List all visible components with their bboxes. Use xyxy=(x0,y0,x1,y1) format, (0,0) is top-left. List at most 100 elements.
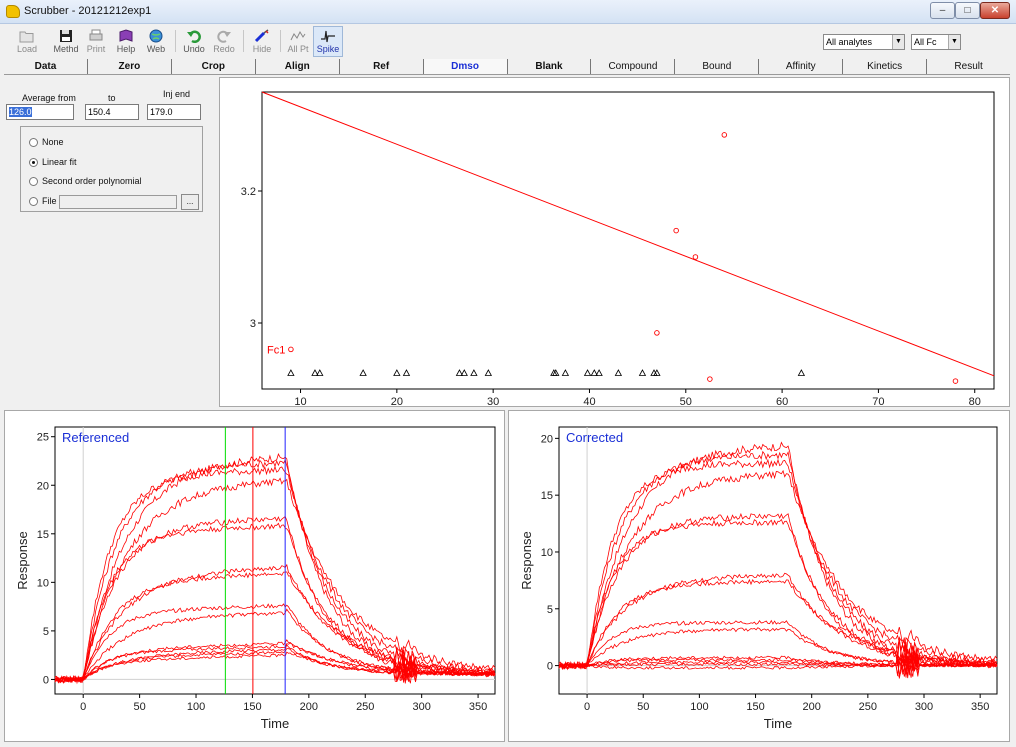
tab-blank[interactable]: Blank xyxy=(508,59,592,74)
spike-button[interactable]: Spike xyxy=(313,26,343,57)
toolbar-separator xyxy=(175,30,176,52)
x-tick-label: 50 xyxy=(680,396,692,406)
referenced-sensorgram-chart: 0 50 100 150 200 250 300 350 0 5 10 15 20 25 Time Respo… xyxy=(15,426,496,731)
radio-dot xyxy=(29,196,38,206)
x-tick-label: 350 xyxy=(971,701,989,713)
radio-label: File xyxy=(42,196,57,206)
fc-select[interactable]: All Fc ▼ xyxy=(911,34,961,50)
y-tick-label: 25 xyxy=(37,432,49,444)
maximize-button[interactable]: □ xyxy=(955,2,980,19)
tab-bound[interactable]: Bound xyxy=(675,59,760,74)
x-tick-label: 20 xyxy=(391,396,403,406)
web-button[interactable]: Web xyxy=(142,27,170,56)
y-tick-label: 10 xyxy=(37,577,49,589)
redo-icon xyxy=(217,30,231,43)
x-tick-label: 50 xyxy=(133,701,145,713)
radio-linear-fit[interactable]: Linear fit xyxy=(29,157,77,167)
radio-file[interactable]: File xyxy=(29,196,57,206)
y-tick-label: 5 xyxy=(547,604,553,616)
window-title: Scrubber - 20121212exp1 xyxy=(24,5,152,17)
tab-zero[interactable]: Zero xyxy=(88,59,172,74)
x-tick-label: 250 xyxy=(859,701,877,713)
redo-button[interactable]: Redo xyxy=(210,27,238,56)
chevron-down-icon: ▼ xyxy=(892,35,904,49)
x-axis-label: Time xyxy=(261,716,289,731)
x-tick-label: 350 xyxy=(469,701,487,713)
globe-icon xyxy=(149,29,163,43)
minimize-button[interactable]: – xyxy=(930,2,955,19)
to-field[interactable]: 150.4 xyxy=(85,104,139,120)
x-tick-label: 150 xyxy=(243,701,261,713)
save-icon xyxy=(60,30,72,42)
x-tick-label: 250 xyxy=(356,701,374,713)
tab-ref[interactable]: Ref xyxy=(340,59,424,74)
x-tick-label: 100 xyxy=(187,701,205,713)
radio-label: Linear fit xyxy=(42,157,77,167)
y-axis-label: Response xyxy=(15,531,30,590)
average-from-field[interactable]: 126.0 xyxy=(6,104,74,120)
points-icon xyxy=(290,30,306,41)
file-path-field[interactable] xyxy=(59,195,177,209)
analyte-select[interactable]: All analytes ▼ xyxy=(823,34,905,50)
x-tick-label: 50 xyxy=(637,701,649,713)
folder-icon xyxy=(19,31,34,43)
corrected-plot-panel: 0 50 100 150 200 250 300 350 0 5 10 15 20 Time Respons… xyxy=(508,410,1010,742)
toolbar-separator xyxy=(243,30,244,52)
app-icon xyxy=(6,5,20,18)
fc-select-value: All Fc xyxy=(914,37,937,47)
plot-area xyxy=(261,91,995,390)
x-tick-label: 150 xyxy=(746,701,764,713)
y-tick-label: 0 xyxy=(547,661,553,673)
x-tick-label: 40 xyxy=(583,396,595,406)
referenced-plot-panel: 0 50 100 150 200 250 300 350 0 5 10 15 20 25 Time Respo… xyxy=(4,410,505,742)
help-button[interactable]: Help xyxy=(112,27,140,56)
browse-file-button[interactable]: ... xyxy=(181,194,199,210)
y-tick-label: 15 xyxy=(541,490,553,502)
undo-button[interactable]: Undo xyxy=(180,27,208,56)
all-points-button[interactable]: All Pt xyxy=(284,27,312,56)
radio-second-order[interactable]: Second order polynomial xyxy=(29,176,142,186)
to-label: to xyxy=(108,93,116,103)
tab-crop[interactable]: Crop xyxy=(172,59,256,74)
radio-dot xyxy=(29,137,38,147)
step-tabs: Data Zero Crop Align Ref Dmso Blank Comp… xyxy=(4,59,1010,75)
x-tick-label: 80 xyxy=(969,396,981,406)
x-tick-label: 100 xyxy=(690,701,708,713)
dmso-calibration-chart: 10 20 30 40 50 60 70 80 3 3.2 Fc1 xyxy=(241,91,995,408)
method-button[interactable]: Methd xyxy=(52,27,80,56)
inj-end-field[interactable]: 179.0 xyxy=(147,104,201,120)
average-from-label: Average from xyxy=(22,93,76,103)
toolbar-separator xyxy=(280,30,281,52)
x-tick-label: 0 xyxy=(584,701,590,713)
tab-compound[interactable]: Compound xyxy=(591,59,676,74)
load-button[interactable]: Load xyxy=(10,27,44,56)
y-tick-label: 15 xyxy=(37,529,49,541)
x-tick-label: 30 xyxy=(487,396,499,406)
print-button[interactable]: Print xyxy=(82,27,110,56)
radio-none[interactable]: None xyxy=(29,137,64,147)
tab-data[interactable]: Data xyxy=(4,59,88,74)
x-axis-label: Time xyxy=(764,716,792,731)
x-tick-label: 0 xyxy=(80,701,86,713)
y-tick-label: 5 xyxy=(43,626,49,638)
series-label: Fc1 xyxy=(267,344,285,356)
tab-dmso[interactable]: Dmso xyxy=(423,59,508,74)
book-icon xyxy=(119,29,133,42)
close-button[interactable]: ✕ xyxy=(980,2,1010,19)
hide-button[interactable]: Hide xyxy=(248,27,276,56)
y-tick-label: 10 xyxy=(541,547,553,559)
x-tick-label: 300 xyxy=(412,701,430,713)
tab-kinetics[interactable]: Kinetics xyxy=(843,59,928,74)
tab-align[interactable]: Align xyxy=(256,59,340,74)
y-tick-label: 20 xyxy=(541,433,553,445)
chart-label: Corrected xyxy=(566,430,623,445)
tab-result[interactable]: Result xyxy=(927,59,1010,74)
radio-dot xyxy=(29,157,38,167)
x-tick-label: 200 xyxy=(300,701,318,713)
tab-affinity[interactable]: Affinity xyxy=(759,59,844,74)
radio-dot xyxy=(29,176,38,186)
x-tick-label: 60 xyxy=(776,396,788,406)
undo-icon xyxy=(187,30,201,43)
corrected-sensorgram-chart: 0 50 100 150 200 250 300 350 0 5 10 15 20 Time Respons… xyxy=(519,426,998,731)
x-tick-label: 10 xyxy=(294,396,306,406)
